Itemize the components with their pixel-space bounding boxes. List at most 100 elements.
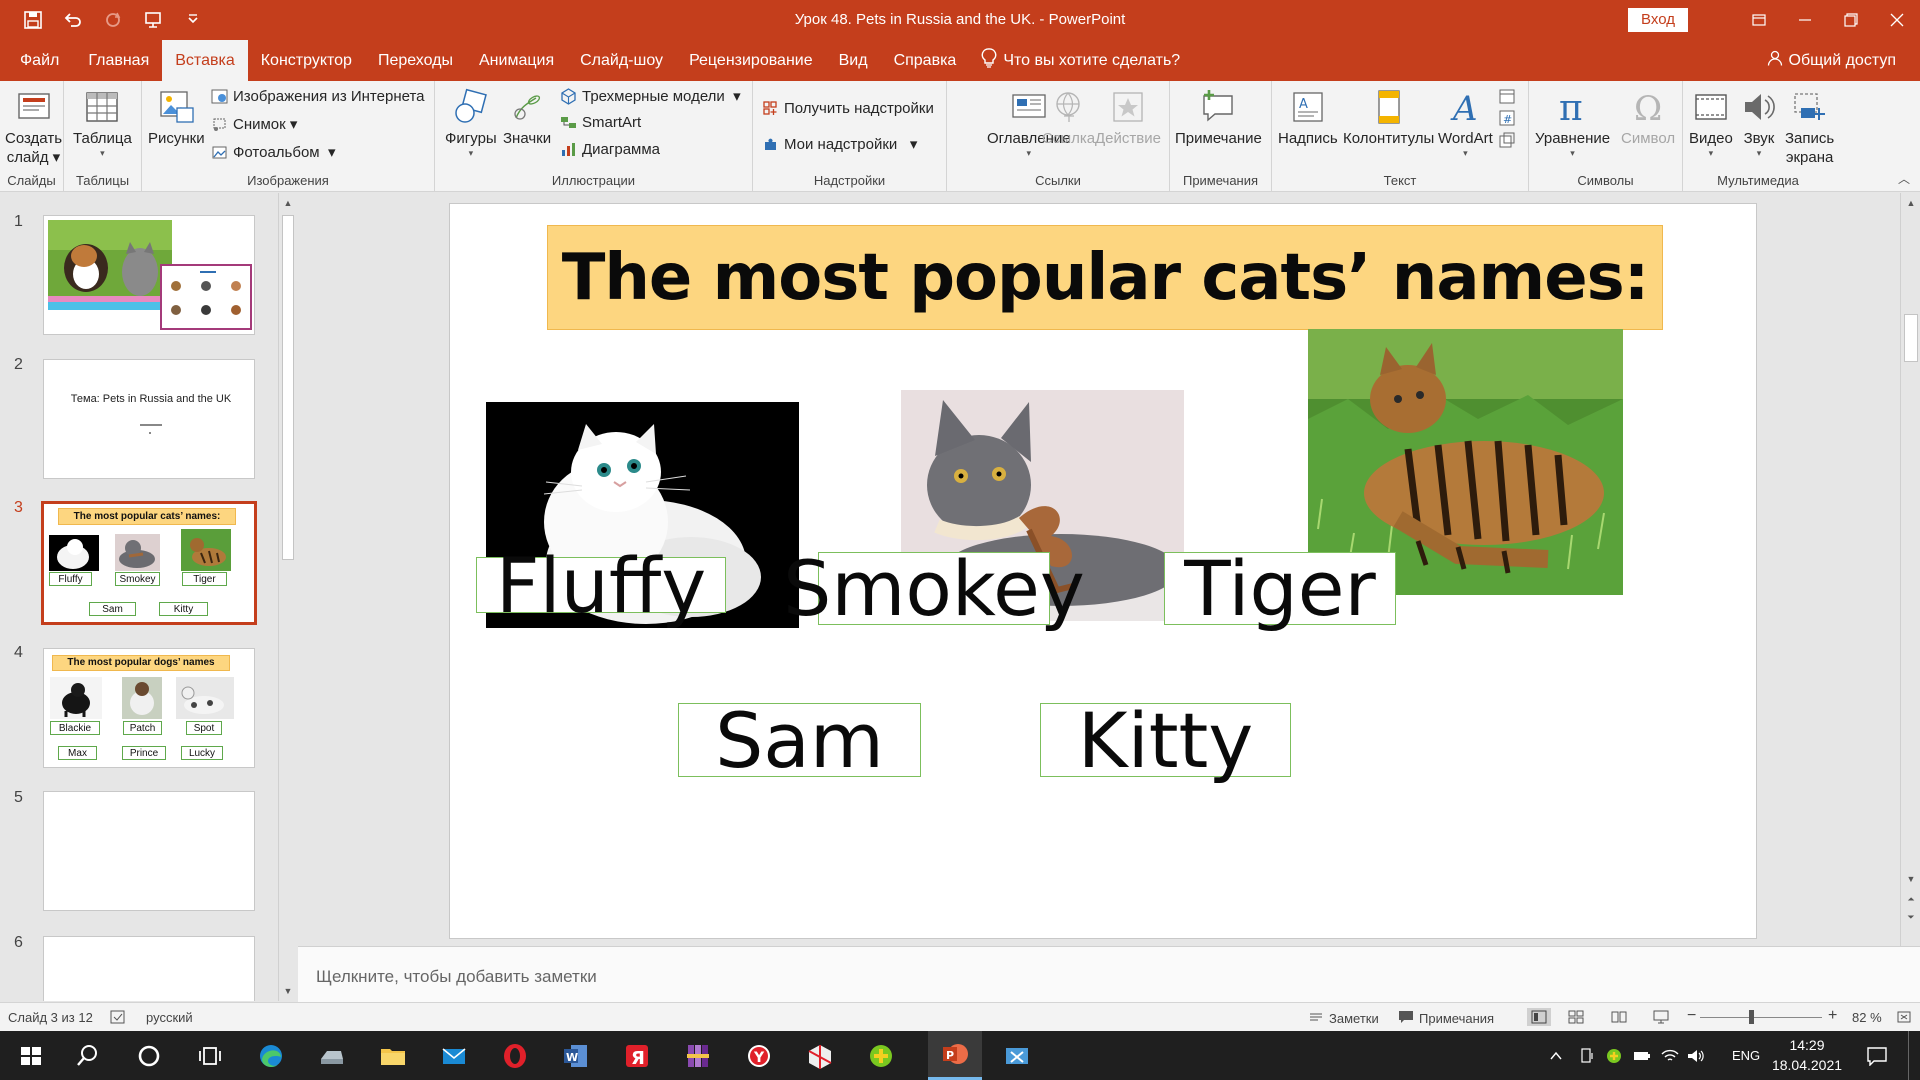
snipping-tool-icon[interactable] (990, 1031, 1044, 1080)
header-footer-button[interactable]: Колонтитулы (1343, 87, 1434, 148)
textbox-button[interactable]: A Надпись (1278, 87, 1338, 148)
word-icon[interactable]: W (549, 1031, 603, 1080)
mail-icon[interactable] (427, 1031, 481, 1080)
photo-album-button[interactable]: Фотоальбом ▾ (210, 143, 336, 161)
tab-view[interactable]: Вид (826, 40, 881, 81)
tray-green-app-icon[interactable] (1605, 1031, 1623, 1080)
comments-toggle-button[interactable]: Примечания (1398, 1010, 1494, 1027)
zoom-in-icon[interactable]: + (1828, 1007, 1837, 1025)
battery-icon[interactable] (1632, 1031, 1652, 1080)
scrollbar-thumb[interactable] (282, 215, 294, 560)
current-slide[interactable]: The most popular cats’ names: Fluffy Smo… (449, 203, 1757, 939)
slide-thumbnail-1[interactable] (43, 215, 255, 335)
tab-design[interactable]: Конструктор (248, 40, 365, 81)
wifi-icon[interactable] (1660, 1031, 1680, 1080)
language-indicator[interactable]: русский (146, 1010, 193, 1025)
device-icon[interactable] (1578, 1031, 1596, 1080)
slide-title-box[interactable]: The most popular cats’ names: (547, 225, 1663, 330)
cortana-icon[interactable] (122, 1031, 176, 1080)
slide-thumbnail-6[interactable] (43, 936, 255, 1001)
scroll-down-icon[interactable]: ▼ (279, 983, 297, 999)
fit-to-window-icon[interactable] (1896, 1010, 1912, 1024)
tell-me-search[interactable]: Что вы хотите сделать? (969, 40, 1192, 81)
name-box-sam[interactable]: Sam (678, 696, 921, 785)
search-icon[interactable] (61, 1031, 115, 1080)
next-slide-icon[interactable]: ⏷ (1901, 909, 1920, 925)
slideshow-view-icon[interactable] (1653, 1010, 1669, 1024)
object-icon[interactable] (1498, 131, 1520, 153)
save-icon[interactable] (20, 8, 46, 32)
zoom-out-icon[interactable]: − (1687, 1007, 1696, 1025)
undo-icon[interactable] (60, 8, 86, 32)
file-explorer-icon[interactable] (366, 1031, 420, 1080)
shapes-button[interactable]: Фигуры ▾ (445, 87, 497, 158)
3d-models-button[interactable]: Трехмерные модели ▾ (559, 87, 741, 105)
video-button[interactable]: Видео ▾ (1689, 87, 1733, 158)
my-addins-button[interactable]: Мои надстройки ▾ (761, 135, 917, 153)
chart-button[interactable]: Диаграмма (559, 140, 660, 158)
slide-scrollbar[interactable]: ▲ ▼ ⏶ ⏷ (1900, 193, 1920, 946)
online-pictures-button[interactable]: Изображения из Интернета (210, 87, 424, 105)
minimize-icon[interactable] (1782, 0, 1828, 40)
tab-help[interactable]: Справка (881, 40, 970, 81)
task-view-icon[interactable] (183, 1031, 237, 1080)
icons-button[interactable]: Значки (503, 87, 551, 148)
yandex-browser-icon[interactable]: Y (732, 1031, 786, 1080)
zoom-slider[interactable] (1700, 1017, 1822, 1018)
input-language[interactable]: ENG (1732, 1031, 1760, 1080)
name-box-smokey[interactable]: Smokey (783, 544, 1085, 633)
link-button[interactable]: Ссылка (1042, 87, 1095, 148)
green-plus-app-icon[interactable] (854, 1031, 908, 1080)
thumbnails-scrollbar[interactable]: ▲ ▼ (278, 193, 296, 1001)
show-desktop-button[interactable] (1908, 1031, 1920, 1080)
yandex-icon[interactable]: Я (610, 1031, 664, 1080)
edge-browser-icon[interactable] (244, 1031, 298, 1080)
notes-toggle-button[interactable]: Заметки (1308, 1010, 1379, 1027)
slide-thumbnail-2[interactable]: Тема: Pets in Russia and the UK (43, 359, 255, 479)
slide-sorter-icon[interactable] (1568, 1010, 1584, 1024)
new-slide-button[interactable]: Создать слайд ▾ (5, 87, 62, 167)
collapse-ribbon-icon[interactable]: ︿ (1898, 170, 1910, 187)
scroll-down-icon[interactable]: ▼ (1901, 871, 1920, 887)
tab-file[interactable]: Файл (8, 40, 75, 81)
notes-pane[interactable]: Щелкните, чтобы добавить заметки (298, 946, 1920, 1002)
tab-home[interactable]: Главная (75, 40, 162, 81)
pictures-button[interactable]: Рисунки (148, 87, 205, 148)
share-button[interactable]: Общий доступ (1767, 40, 1896, 81)
tab-transitions[interactable]: Переходы (365, 40, 466, 81)
gift-box-icon[interactable] (793, 1031, 847, 1080)
sign-in-button[interactable]: Вход (1628, 8, 1688, 32)
opera-icon[interactable] (488, 1031, 542, 1080)
audio-button[interactable]: Звук ▾ (1739, 87, 1779, 158)
clock[interactable]: 14:29 18.04.2021 (1770, 1035, 1844, 1075)
scanner-app-icon[interactable] (305, 1031, 359, 1080)
presentation-icon[interactable] (140, 8, 166, 32)
get-addins-button[interactable]: Получить надстройки (761, 99, 934, 117)
scroll-up-icon[interactable]: ▲ (279, 195, 297, 211)
slide-thumbnail-4[interactable]: The most popular dogs’ names Blackie Pat… (43, 648, 255, 768)
notifications-icon[interactable] (1866, 1031, 1888, 1080)
show-hidden-icons[interactable] (1548, 1031, 1564, 1080)
ribbon-display-options-icon[interactable] (1736, 0, 1782, 40)
screen-recording-button[interactable]: Запись экрана (1785, 87, 1834, 167)
powerpoint-icon[interactable]: P (928, 1031, 982, 1080)
name-box-tiger[interactable]: Tiger (1164, 544, 1396, 633)
slide-number-icon[interactable]: # (1498, 109, 1520, 131)
scroll-up-icon[interactable]: ▲ (1901, 195, 1920, 211)
scrollbar-thumb[interactable] (1904, 314, 1918, 362)
tab-slideshow[interactable]: Слайд-шоу (567, 40, 676, 81)
restore-icon[interactable] (1828, 0, 1874, 40)
tab-review[interactable]: Рецензирование (676, 40, 826, 81)
comment-button[interactable]: Примечание (1175, 87, 1262, 148)
screenshot-button[interactable]: Снимок ▾ (210, 115, 297, 133)
date-time-icon[interactable] (1498, 87, 1520, 109)
table-button[interactable]: Таблица ▾ (73, 87, 132, 158)
wordart-button[interactable]: A WordArt ▾ (1438, 87, 1493, 158)
volume-icon[interactable] (1686, 1031, 1706, 1080)
reading-view-icon[interactable] (1611, 1010, 1627, 1024)
previous-slide-icon[interactable]: ⏶ (1901, 891, 1920, 907)
normal-view-icon[interactable] (1527, 1008, 1551, 1026)
customize-qat-icon[interactable] (180, 8, 206, 32)
close-icon[interactable] (1874, 0, 1920, 40)
smartart-button[interactable]: SmartArt (559, 113, 641, 131)
